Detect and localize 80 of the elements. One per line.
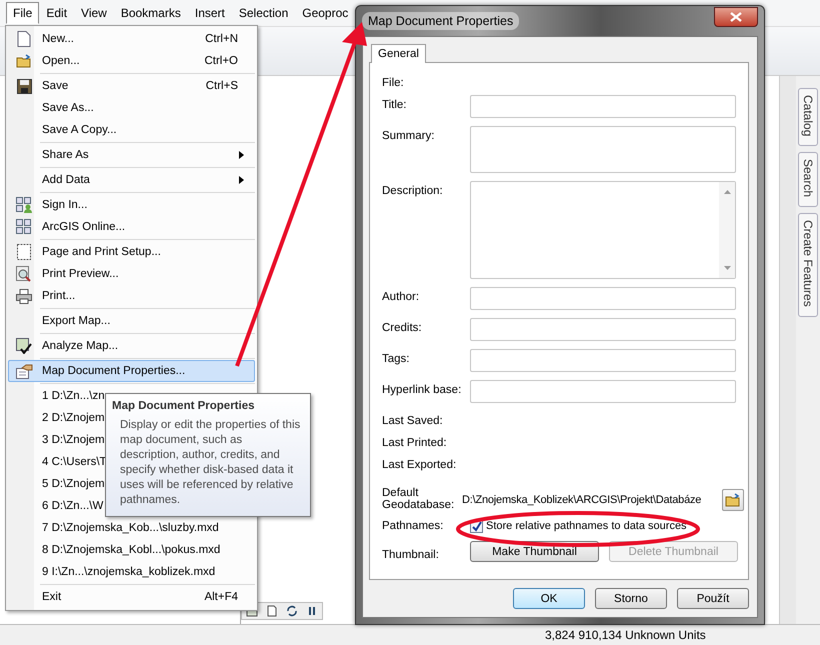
side-tab[interactable]: Create Features xyxy=(798,213,818,318)
geodatabase-path: D:\Znojemska_Koblizek\ARCGIS\Projekt\Databáze xyxy=(462,494,702,506)
menu-item[interactable]: Share As xyxy=(8,144,255,166)
scroll-down-icon[interactable] xyxy=(724,266,730,270)
menu-item[interactable]: Save Ctrl+S xyxy=(8,75,255,97)
menu-item[interactable]: 7 D:\Znojemska_Kob...\sluzby.mxd xyxy=(8,517,255,539)
new-document-icon xyxy=(17,31,31,47)
close-button[interactable] xyxy=(714,7,758,27)
tooltip-title: Map Document Properties xyxy=(112,400,256,412)
menu-bar-item[interactable]: Geoproc xyxy=(295,2,356,24)
field-label: Tags: xyxy=(382,352,410,365)
menu-item[interactable]: Open... Ctrl+O xyxy=(8,50,255,72)
refresh-icon[interactable] xyxy=(286,605,298,617)
pause-icon[interactable] xyxy=(306,605,318,617)
menu-bar-item[interactable]: View xyxy=(74,2,114,24)
menu-item[interactable]: Export Map... xyxy=(8,310,255,332)
dialog-button[interactable]: Storno xyxy=(595,588,667,609)
menu-item[interactable]: Save As... xyxy=(8,97,255,119)
menu-bar-item[interactable]: Edit xyxy=(39,2,74,24)
menu-bar-item[interactable]: Bookmarks xyxy=(114,2,188,24)
menu-item[interactable]: Print... xyxy=(8,285,255,307)
side-tab[interactable]: Search xyxy=(798,152,818,208)
browse-folder-button[interactable] xyxy=(722,489,744,511)
menu-item[interactable]: Exit Alt+F4 xyxy=(8,586,255,608)
field-label: File: xyxy=(382,76,405,89)
menu-item[interactable]: Save A Copy... xyxy=(8,119,255,141)
grid-person-icon xyxy=(16,197,32,213)
menu-item[interactable]: Add Data xyxy=(8,169,255,191)
window-title: Map Document Properties xyxy=(362,12,520,30)
menu-item[interactable]: 9 I:\Zn...\znojemska_koblizek.mxd xyxy=(8,561,255,583)
map-check-icon xyxy=(16,338,32,354)
printer-icon xyxy=(16,288,32,304)
page-icon[interactable] xyxy=(266,605,278,617)
field-label: Last Saved: xyxy=(382,414,444,427)
dialog-button[interactable]: OK xyxy=(513,588,585,609)
scrollbar[interactable] xyxy=(719,182,735,278)
page-setup-icon xyxy=(16,244,32,260)
field-label: Description: xyxy=(382,184,444,197)
close-icon xyxy=(730,12,742,22)
menu-item[interactable]: Print Preview... xyxy=(8,263,255,285)
menu-item[interactable]: Sign In... xyxy=(8,194,255,216)
submenu-arrow-icon xyxy=(239,176,244,184)
input-field[interactable] xyxy=(470,380,736,403)
menu-item[interactable]: Page and Print Setup... xyxy=(8,241,255,263)
field-label: Pathnames: xyxy=(382,520,444,532)
menu-bar-item[interactable]: Insert xyxy=(188,2,232,24)
menu-item[interactable]: Analyze Map... xyxy=(8,335,255,357)
print-preview-icon xyxy=(16,266,32,282)
field-label: Summary: xyxy=(382,129,436,142)
input-field[interactable] xyxy=(470,349,736,372)
checkbox-option[interactable]: Store relative pathnames to data sources xyxy=(470,520,687,532)
status-coordinates: 3,824 910,134 Unknown Units xyxy=(545,628,706,642)
field-label: Title: xyxy=(382,98,408,111)
menu-bar-item[interactable]: Selection xyxy=(232,2,296,24)
menu-item[interactable]: 8 D:\Znojemska_Kobl...\pokus.mxd xyxy=(8,539,255,561)
input-field[interactable] xyxy=(470,95,736,118)
grid-icon xyxy=(16,219,32,235)
input-field[interactable] xyxy=(470,287,736,310)
menu-item[interactable]: ArcGIS Online... xyxy=(8,216,255,238)
field-label: Author: xyxy=(382,290,420,303)
dialog-button[interactable]: Použít xyxy=(677,588,749,609)
field-label: Last Exported: xyxy=(382,458,458,471)
menu-item[interactable]: Map Document Properties... xyxy=(8,360,255,382)
tooltip-text: Display or edit the properties of this map document, such as description, author, credits, and specify whether disk-based data it uses will be referenced by relative pathnames. xyxy=(119,418,302,508)
scrollbar[interactable] xyxy=(779,76,796,624)
text-area[interactable] xyxy=(470,126,736,173)
menu-bar-item[interactable]: File xyxy=(6,2,40,24)
field-label: Hyperlink base: xyxy=(382,383,462,396)
field-label: Last Printed: xyxy=(382,436,448,449)
text-area[interactable] xyxy=(470,181,736,279)
document-hand-icon xyxy=(16,364,32,378)
menu-item[interactable]: New... Ctrl+N xyxy=(8,28,255,50)
side-tab[interactable]: Catalog xyxy=(798,88,818,146)
field-label: Credits: xyxy=(382,321,423,334)
field-label: Thumbnail: xyxy=(382,548,440,561)
scroll-up-icon[interactable] xyxy=(724,190,730,194)
input-field[interactable] xyxy=(470,318,736,341)
submenu-arrow-icon xyxy=(239,151,244,159)
folder-icon xyxy=(16,54,32,68)
tab[interactable]: General xyxy=(371,44,426,63)
